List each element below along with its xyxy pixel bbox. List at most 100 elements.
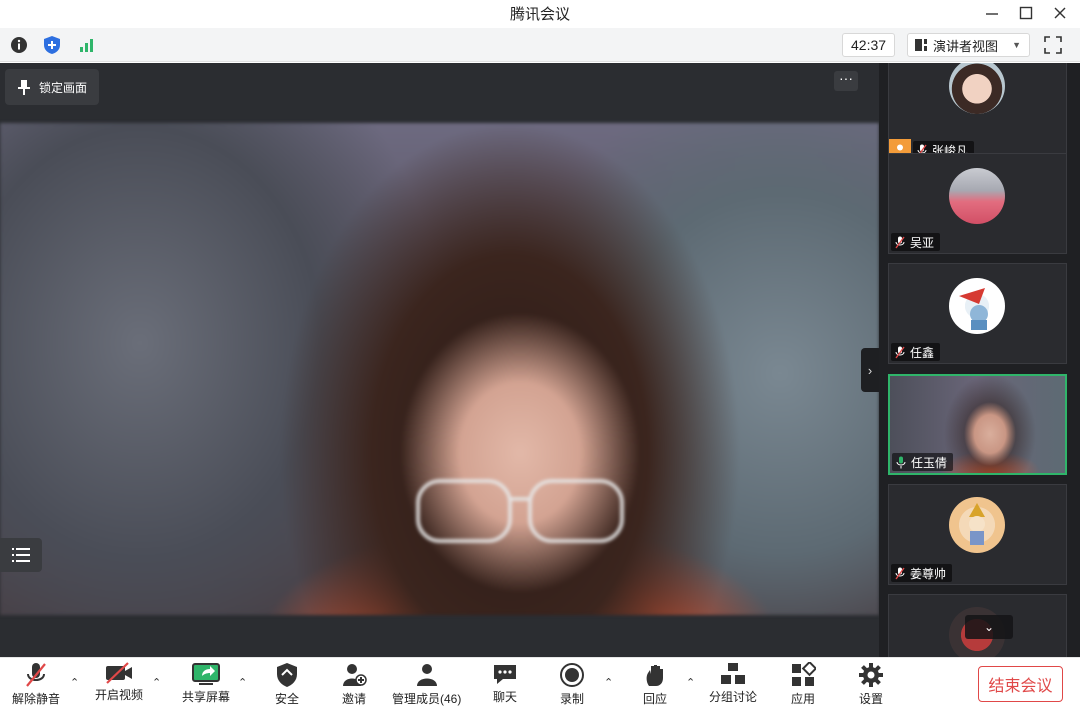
reactions-button[interactable]: 回应 (640, 662, 670, 706)
speaker-view-icon (915, 39, 927, 51)
maximize-icon (1019, 6, 1033, 20)
mic-muted-icon (895, 346, 905, 358)
avatar (949, 278, 1005, 334)
record-icon (560, 663, 584, 687)
chevron-down-icon: ▼ (1012, 40, 1021, 50)
settings-label: 设置 (858, 692, 883, 706)
meeting-toolbar: 42:37 演讲者视图 ▼ (0, 28, 1080, 62)
participant-gallery: 张峻凡 吴亚 任鑫 任玉倩 姜尊帅 ⌄ (879, 63, 1080, 657)
meeting-timer: 42:37 (842, 33, 896, 57)
chevron-down-icon: ⌄ (983, 620, 995, 634)
ellipsis-icon: ··· (839, 70, 853, 86)
chevron-up-icon[interactable]: ⌃ (604, 676, 613, 689)
mic-active-icon (896, 456, 906, 468)
close-icon (1054, 7, 1066, 19)
participant-name: 任玉倩 (911, 455, 948, 470)
participant-tile-active[interactable]: 任玉倩 (888, 374, 1067, 475)
minimize-icon (986, 13, 998, 15)
participant-name: 吴亚 (910, 235, 935, 250)
title-bar: 腾讯会议 (0, 0, 1080, 26)
mic-muted-icon (26, 663, 46, 687)
chat-label: 聊天 (492, 690, 517, 704)
unmute-button[interactable]: 解除静音 (12, 662, 60, 706)
security-shield-icon[interactable] (41, 34, 63, 56)
glasses-shape (416, 479, 624, 543)
close-button[interactable] (1042, 0, 1078, 26)
chevron-up-icon[interactable]: ⌃ (238, 676, 247, 689)
hand-icon (646, 665, 663, 686)
chevron-up-icon[interactable]: ⌃ (686, 676, 695, 689)
invite-label: 邀请 (341, 692, 366, 706)
manage-members-label: 管理成员(46) (392, 692, 462, 706)
breakout-icon (721, 663, 745, 684)
invite-button[interactable]: 邀请 (339, 662, 369, 706)
add-user-icon (343, 664, 367, 686)
gear-icon (859, 663, 883, 687)
lock-view-button[interactable]: 锁定画面 (5, 69, 100, 105)
pin-icon (18, 80, 30, 95)
signal-icon[interactable] (76, 34, 98, 56)
participant-tile[interactable]: 任鑫 (888, 263, 1067, 364)
list-icon (12, 548, 30, 562)
shield-icon (277, 663, 297, 687)
participant-name: 姜尊帅 (910, 566, 947, 581)
scroll-down-button[interactable]: ⌄ (965, 615, 1013, 639)
chat-icon (494, 665, 516, 684)
maximize-button[interactable] (1008, 0, 1044, 26)
participant-tile[interactable]: ⌄ (888, 594, 1067, 657)
mic-muted-icon (895, 236, 905, 248)
reactions-label: 回应 (642, 692, 667, 706)
window-title: 腾讯会议 (509, 5, 570, 23)
speaker-video (0, 123, 879, 615)
chevron-up-icon[interactable]: ⌃ (152, 676, 161, 689)
participant-nameplate: 任玉倩 (892, 453, 954, 471)
participant-nameplate: 吴亚 (891, 233, 941, 251)
minimize-button[interactable] (974, 0, 1010, 26)
camera-off-icon (106, 662, 132, 684)
participant-name: 任鑫 (910, 345, 935, 360)
info-icon[interactable] (8, 34, 30, 56)
avatar (949, 168, 1005, 224)
collapse-gallery-button[interactable]: › (861, 348, 879, 392)
security-label: 安全 (274, 692, 299, 706)
share-screen-button[interactable]: 共享屏幕 (182, 662, 231, 704)
cartoon-avatar-icon (969, 503, 985, 545)
breakout-rooms-button[interactable]: 分组讨论 (709, 662, 758, 704)
fullscreen-icon[interactable] (1042, 34, 1064, 56)
participant-tile[interactable]: 吴亚 (888, 153, 1067, 254)
view-mode-dropdown[interactable]: 演讲者视图 ▼ (907, 33, 1030, 57)
start-video-button[interactable]: 开启视频 (95, 662, 143, 702)
share-screen-label: 共享屏幕 (182, 690, 231, 704)
end-meeting-button[interactable]: 结束会议 (978, 666, 1063, 702)
list-menu-button[interactable] (0, 538, 42, 572)
participant-tile[interactable]: 姜尊帅 (888, 484, 1067, 585)
participant-nameplate: 任鑫 (891, 343, 941, 361)
participant-nameplate: 姜尊帅 (891, 564, 953, 582)
apps-label: 应用 (790, 692, 815, 706)
bottom-control-bar: 解除静音 ⌃ 开启视频 ⌃ 共享屏幕 ⌃ 安全 邀请 管理成员(46) 聊天 录… (0, 657, 1080, 706)
security-button[interactable]: 安全 (272, 662, 302, 706)
avatar (949, 497, 1005, 553)
record-button[interactable]: 录制 (557, 662, 587, 706)
avatar (949, 63, 1005, 114)
record-label: 录制 (559, 692, 584, 706)
settings-button[interactable]: 设置 (856, 662, 886, 706)
view-mode-label: 演讲者视图 (933, 38, 999, 54)
chevron-right-icon: › (867, 362, 873, 378)
cartoon-avatar-icon (959, 288, 988, 330)
apps-icon (792, 662, 816, 686)
share-screen-icon (192, 663, 220, 685)
lock-view-label: 锁定画面 (39, 80, 88, 95)
apps-button[interactable]: 应用 (788, 662, 818, 706)
breakout-rooms-label: 分组讨论 (709, 690, 758, 704)
manage-members-button[interactable]: 管理成员(46) (392, 662, 461, 706)
more-options-button[interactable]: ··· (834, 71, 858, 91)
unmute-label: 解除静音 (12, 692, 61, 706)
mic-muted-icon (895, 567, 905, 579)
start-video-label: 开启视频 (95, 688, 144, 702)
members-icon (416, 664, 437, 686)
main-video-stage: 锁定画面 ··· › (0, 63, 879, 657)
chat-button[interactable]: 聊天 (490, 662, 520, 704)
participant-tile[interactable]: 张峻凡 (888, 63, 1067, 162)
chevron-up-icon[interactable]: ⌃ (70, 676, 79, 689)
